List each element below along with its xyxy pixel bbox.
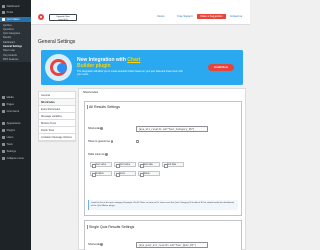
column-status[interactable]: Status — [138, 171, 160, 177]
users-icon — [2, 136, 5, 139]
single-quiz-results-title: Single Quiz Results Settings — [87, 225, 135, 230]
tools-icon — [2, 143, 5, 146]
make-suggestion-button[interactable]: Make a Suggestion — [197, 14, 226, 19]
sidebar-item-plugins[interactable]: Plugins — [0, 128, 31, 133]
media-icon — [2, 96, 5, 99]
sidebar-item-media[interactable]: Media — [0, 95, 31, 100]
tab-general[interactable]: General — [39, 92, 75, 99]
free-support-link[interactable]: Free Support — [173, 14, 197, 19]
tab-extra-shortcodes[interactable]: Extra Shortcodes — [39, 106, 75, 113]
quiz-maker-icon — [2, 18, 5, 21]
chart-builder-logo-icon — [45, 54, 72, 81]
dashboard-icon — [2, 5, 5, 8]
demo-link[interactable]: Demo — [153, 14, 169, 19]
plugins-icon — [2, 129, 5, 132]
sidebar-item-settings[interactable]: Settings — [0, 149, 31, 154]
pin-icon — [2, 11, 5, 14]
help-icon — [105, 153, 108, 156]
sidebar-item-pages[interactable]: Pages — [0, 102, 31, 107]
column-quiz-name[interactable]: Quiz name — [114, 162, 136, 168]
sidebar-collapse[interactable]: Collapse menu — [0, 156, 31, 161]
all-results-section: All Results Settings — [84, 101, 242, 216]
pages-icon — [2, 103, 5, 106]
appearance-icon — [2, 122, 5, 125]
integration-banner: New Integration with Chart Builder plugi… — [41, 50, 243, 85]
column-end-date[interactable]: End date — [162, 162, 184, 168]
sidebar-item-users[interactable]: Users — [0, 135, 31, 140]
table-columns-label: Table columns — [88, 153, 108, 156]
shortcodes-heading: Shortcodes — [83, 90, 99, 94]
comments-icon — [2, 110, 5, 113]
tab-buttons-texts[interactable]: Buttons Texts — [39, 120, 75, 127]
sidebar-item-tools[interactable]: Tools — [0, 142, 31, 147]
page-title: General Settings — [38, 39, 76, 45]
tab-message-variables[interactable]: Message variables — [39, 113, 75, 120]
upgrade-button[interactable]: Upgrade Now save 50% — [49, 14, 77, 21]
install-now-button[interactable]: Install Now — [208, 64, 234, 71]
tab-limitation-message-options[interactable]: Limitation Message Options — [39, 134, 75, 141]
all-results-title: All Results Settings — [87, 105, 120, 110]
column-duration[interactable]: Duration — [90, 171, 112, 177]
category-id-notice: Load the list of the quiz category. Exam… — [88, 200, 238, 210]
settings-tabs: General Shortcodes Extra Shortcodes Mess… — [38, 91, 76, 142]
sidebar-item-dashboard[interactable]: Dashboard — [0, 4, 31, 9]
sidebar-item-posts[interactable]: Posts — [0, 10, 31, 15]
column-user-name[interactable]: User name — [90, 162, 112, 168]
all-results-shortcode-field[interactable]: [ays_all_results id="Your_Category_ID"] — [136, 126, 208, 132]
shortcode-label: Shortcode — [88, 127, 103, 130]
contact-us-link[interactable]: Contact us — [229, 14, 243, 19]
help-icon — [110, 140, 114, 143]
tab-fields-texts[interactable]: Fields Texts — [39, 127, 75, 134]
column-score[interactable]: Score — [114, 171, 136, 177]
show-to-guests-label: Show to guests too — [88, 140, 114, 143]
banner-title-line2: Builder plugin — [77, 63, 111, 69]
sidebar-item-appearance[interactable]: Appearance — [0, 121, 31, 126]
single-quiz-shortcode-field[interactable]: [ays_quiz_all_results id="Your_Quiz_ID"] — [136, 242, 208, 248]
collapse-icon — [2, 157, 5, 160]
help-icon — [100, 243, 103, 246]
settings-icon — [2, 150, 5, 153]
banner-text: The integration will allow you to create… — [77, 70, 183, 77]
help-icon — [100, 127, 103, 130]
column-start-date[interactable]: Start date — [138, 162, 160, 168]
submenu-pro-features[interactable]: PRO Features — [0, 57, 31, 61]
single-quiz-shortcode-label: Shortcode — [88, 243, 103, 246]
show-to-guests-checkbox[interactable] — [136, 140, 139, 143]
sidebar-item-comments[interactable]: Comments — [0, 109, 31, 114]
tab-shortcodes[interactable]: Shortcodes — [39, 99, 75, 106]
quiz-maker-logo-icon — [38, 14, 44, 20]
